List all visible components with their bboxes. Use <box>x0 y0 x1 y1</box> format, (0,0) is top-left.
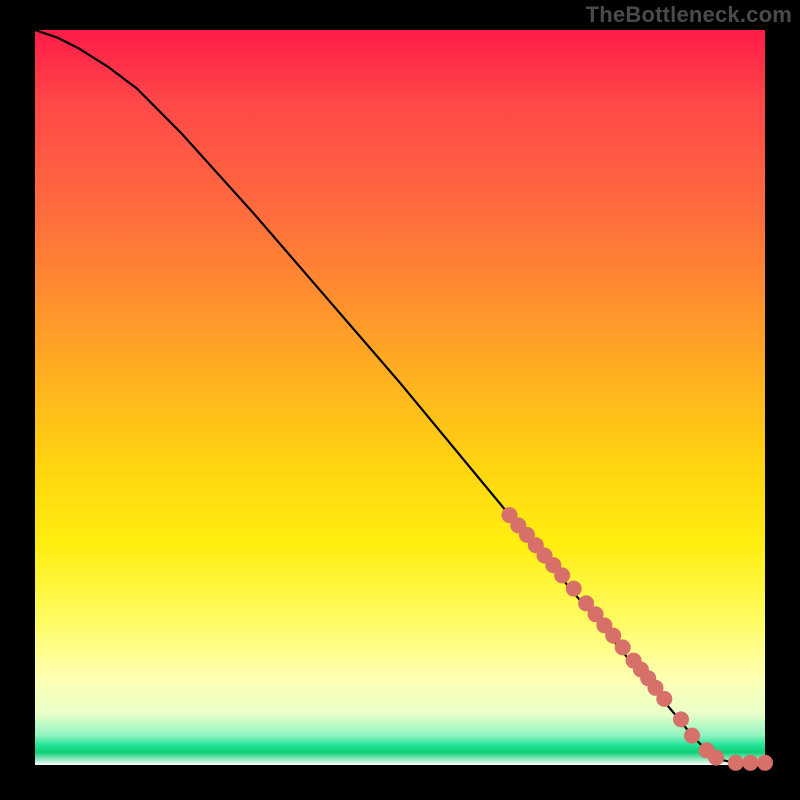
data-point <box>684 728 700 744</box>
data-point <box>673 711 689 727</box>
data-point <box>742 755 758 771</box>
data-point <box>566 581 582 597</box>
chart-frame: TheBottleneck.com <box>0 0 800 800</box>
curve-line <box>35 30 765 763</box>
data-point <box>728 755 744 771</box>
plot-area <box>35 30 765 765</box>
marker-group <box>502 507 774 771</box>
data-point <box>656 691 672 707</box>
data-point <box>615 639 631 655</box>
data-point <box>554 567 570 583</box>
brand-watermark: TheBottleneck.com <box>586 2 792 28</box>
chart-svg <box>35 30 765 765</box>
data-point <box>757 755 773 771</box>
data-point <box>708 750 724 766</box>
